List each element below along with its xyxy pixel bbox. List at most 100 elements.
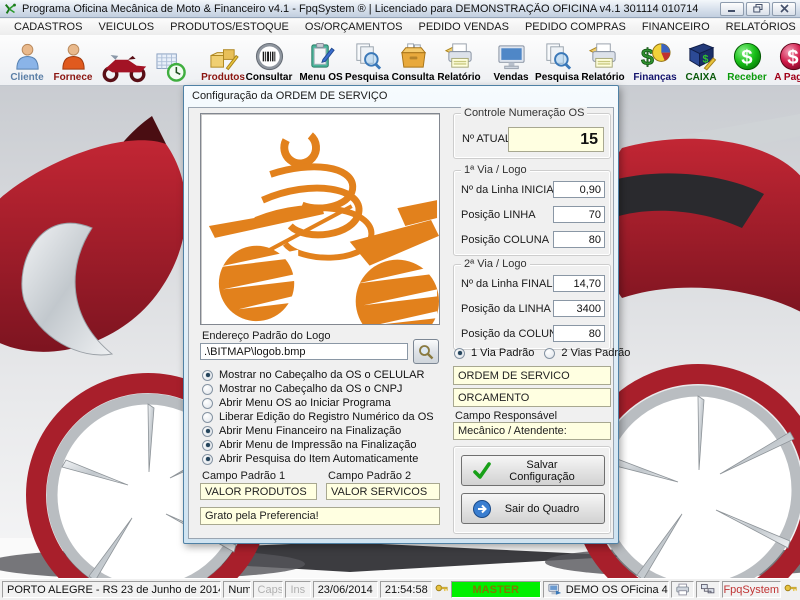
campo-padrao2-field[interactable]: VALOR SERVICOS [326, 483, 440, 500]
radio-indicator[interactable] [202, 440, 213, 451]
linha-final-input[interactable]: 14,70 [553, 275, 605, 292]
menu-relatorios[interactable]: RELATÓRIOS [718, 20, 800, 34]
via-mode-radios: 1 Via Padrão 2 Vias Padrão [454, 347, 612, 359]
field-label: Posição da LINHA [461, 303, 551, 315]
posicao-coluna2-input[interactable]: 80 [553, 325, 605, 342]
toolbar-veiculos[interactable] [102, 36, 148, 84]
toolbar-caixa-label: CAIXA [685, 72, 716, 83]
radio-indicator[interactable] [202, 426, 213, 437]
option-liberar-edicao[interactable]: Liberar Edição do Registro Numérico da O… [202, 410, 434, 424]
restore-button[interactable] [746, 2, 770, 16]
key-icon [434, 581, 449, 598]
toolbar-a-pagar[interactable]: $ A Pagar [770, 36, 800, 84]
toolbar-receber-label: Receber [727, 72, 766, 83]
option-celular[interactable]: Mostrar no Cabeçalho da OS o CELULAR [202, 368, 434, 382]
logo-path-input[interactable] [200, 343, 408, 360]
radio-indicator[interactable] [202, 370, 213, 381]
campo-padrao1-label: Campo Padrão 1 [202, 470, 285, 482]
option-label: Liberar Edição do Registro Numérico da O… [219, 411, 434, 423]
radio-indicator[interactable] [202, 384, 213, 395]
toolbar-agenda[interactable] [148, 36, 194, 84]
posicao-linha2-input[interactable]: 3400 [553, 300, 605, 317]
toolbar-relatorio-vendas-label: Relatório [581, 72, 624, 83]
via1-radio-label[interactable]: 1 Via Padrão [471, 347, 534, 359]
toolbar-menu-os[interactable]: Menu OS [298, 36, 344, 84]
toolbar-a-pagar-label: A Pagar [774, 72, 800, 83]
toolbar-fornecedor[interactable]: Fornece [50, 36, 96, 84]
via2-row-posicao-linha: Posição da LINHA 3400 [454, 300, 610, 318]
products-boxes-icon [208, 41, 239, 72]
posicao-coluna-input[interactable]: 80 [553, 231, 605, 248]
status-network-panel[interactable] [696, 581, 719, 598]
statusbar: PORTO ALEGRE - RS 23 de Junho de 2014 - … [0, 578, 800, 600]
radio-indicator[interactable] [544, 348, 555, 359]
save-config-button[interactable]: Salvar Configuração [461, 455, 605, 486]
status-printer-panel[interactable] [671, 581, 694, 598]
menu-produtos-estoque[interactable]: PRODUTOS/ESTOQUE [162, 20, 297, 34]
radio-indicator[interactable] [454, 348, 465, 359]
window-titlebar: Programa Oficina Mecânica de Moto & Fina… [0, 0, 800, 18]
menu-cadastros[interactable]: CADASTROS [6, 20, 90, 34]
toolbar-receber[interactable]: $ Receber [724, 36, 770, 84]
option-menu-impressao[interactable]: Abrir Menu de Impressão na Finalização [202, 438, 434, 452]
doc-title-orcamento-field[interactable]: ORCAMENTO [453, 388, 611, 407]
toolbar-financas[interactable]: $ Finanças [632, 36, 678, 84]
menu-pedido-compras[interactable]: PEDIDO COMPRAS [517, 20, 634, 34]
radio-indicator[interactable] [202, 454, 213, 465]
radio-indicator[interactable] [202, 398, 213, 409]
option-menu-financeiro[interactable]: Abrir Menu Financeiro na Finalização [202, 424, 434, 438]
toolbar-cliente[interactable]: Cliente [4, 36, 50, 84]
toolbar-relatorio-os[interactable]: Relatório [436, 36, 482, 84]
exit-dialog-button[interactable]: Sair do Quadro [461, 493, 605, 524]
sales-monitor-icon [496, 41, 527, 72]
campo-padrao2-label: Campo Padrão 2 [328, 470, 411, 482]
toolbar-produtos[interactable]: Produtos [200, 36, 246, 84]
option-cnpj[interactable]: Mostrar no Cabeçalho da OS o CNPJ [202, 382, 434, 396]
option-pesquisa-item[interactable]: Abrir Pesquisa do Item Automaticamente [202, 452, 434, 466]
logo-path-label: Endereço Padrão do Logo [202, 330, 330, 342]
option-label: Abrir Menu Financeiro na Finalização [219, 425, 401, 437]
toolbar-consultar[interactable]: Consultar [246, 36, 292, 84]
menu-veiculos[interactable]: VEICULOS [90, 20, 162, 34]
toolbar-consulta-os[interactable]: Consulta [390, 36, 436, 84]
status-location: PORTO ALEGRE - RS 23 de Junho de 2014 - … [2, 581, 221, 598]
posicao-linha-input[interactable]: 70 [553, 206, 605, 223]
menu-financeiro[interactable]: FINANCEIRO [634, 20, 718, 34]
status-date: 23/06/2014 [313, 581, 378, 598]
responsavel-field[interactable]: Mecânico / Atendente: [453, 422, 611, 440]
linha-inicial-input[interactable]: 0,90 [553, 181, 605, 198]
toolbar-financas-label: Finanças [633, 72, 676, 83]
supplier-icon [58, 41, 89, 72]
close-button[interactable] [772, 2, 796, 16]
status-time: 21:54:58 [380, 581, 432, 598]
minimize-button[interactable] [720, 2, 744, 16]
toolbar-pesquisa-vendas[interactable]: Pesquisa [534, 36, 580, 84]
toolbar-vendas[interactable]: Vendas [488, 36, 534, 84]
field-label: Nº da Linha INICIAL [461, 184, 560, 196]
save-config-label: Salvar Configuração [500, 459, 584, 483]
toolbar-produtos-label: Produtos [201, 72, 245, 83]
option-abrir-menu-os[interactable]: Abrir Menu OS ao Iniciar Programa [202, 396, 434, 410]
field-label: Posição da COLUNA [461, 328, 564, 340]
toolbar-relatorio-vendas[interactable]: Relatório [580, 36, 626, 84]
num-atual-field[interactable]: 15 [508, 127, 604, 152]
window-title: Programa Oficina Mecânica de Moto & Fina… [22, 3, 698, 15]
menu-os-orcamentos[interactable]: OS/ORÇAMENTOS [297, 20, 411, 34]
dialog-body: Endereço Padrão do Logo Mostrar no Cabeç… [188, 107, 614, 539]
status-app-name: DEMO OS OFicina 4.1 [543, 581, 669, 598]
toolbar-pesquisa-os[interactable]: Pesquisa [344, 36, 390, 84]
via2-radio-label[interactable]: 2 Vias Padrão [561, 347, 630, 359]
browse-logo-button[interactable] [413, 339, 439, 364]
campo-padrao1-field[interactable]: VALOR PRODUTOS [200, 483, 317, 500]
file-drawer-icon [398, 41, 429, 72]
printer-icon [676, 583, 689, 596]
footer-message-field[interactable]: Grato pela Preferencia! [200, 507, 440, 525]
toolbar-caixa[interactable]: $ CAIXA [678, 36, 724, 84]
radio-indicator[interactable] [202, 412, 213, 423]
toolbar-pesquisa-os-label: Pesquisa [345, 72, 389, 83]
menu-pedido-vendas[interactable]: PEDIDO VENDAS [411, 20, 517, 34]
doc-title-os-field[interactable]: ORDEM DE SERVICO [453, 366, 611, 385]
toolbar-cliente-label: Cliente [10, 72, 43, 83]
client-icon [12, 41, 43, 72]
status-app-name-text: DEMO OS OFicina 4.1 [566, 584, 669, 596]
